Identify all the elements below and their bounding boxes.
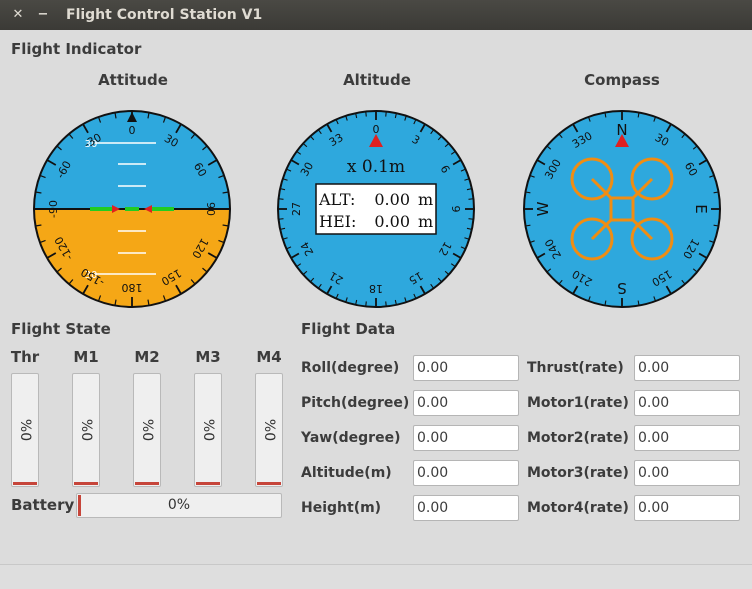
flight-data-label: Flight Data [301, 320, 396, 338]
attitude-indicator: 30 30 0 30 -30 60 -60 90 -90 120 -120 150 -150 180 [32, 109, 232, 309]
field-label: Roll(degree) [301, 360, 400, 376]
roll-scale-label: 90 [204, 202, 217, 216]
progress-fill [257, 482, 281, 485]
field-label: Motor3(rate) [527, 465, 629, 481]
progress-fill [74, 482, 98, 485]
compass-cardinal: W [534, 201, 552, 216]
progress-text: %0 [261, 418, 277, 442]
value-field[interactable] [634, 425, 740, 451]
compass-title: Compass [584, 71, 660, 89]
progress-fill [13, 482, 37, 485]
bar-label-m4: M4 [256, 348, 282, 366]
value-field[interactable] [634, 355, 740, 381]
minimize-icon[interactable]: − [35, 7, 51, 23]
bar-label-m2: M2 [134, 348, 160, 366]
alt-unit: m [418, 190, 433, 209]
value-field[interactable] [634, 460, 740, 486]
value-field[interactable] [413, 460, 519, 486]
roll-scale-label: 0 [129, 124, 136, 137]
progress-bar-m2: %0 [133, 373, 161, 487]
bar-label-m1: M1 [73, 348, 99, 366]
field-label: Motor2(rate) [527, 430, 629, 446]
value-field[interactable] [634, 495, 740, 521]
altimeter-tick [365, 301, 367, 307]
field-label: Thrust(rate) [527, 360, 624, 376]
close-icon[interactable]: ✕ [10, 7, 26, 23]
progress-text: %0 [17, 418, 33, 442]
altimeter-tick [468, 198, 474, 200]
progress-bar-m1: %0 [72, 373, 100, 487]
altimeter-tick [468, 218, 474, 220]
value-field[interactable] [413, 390, 519, 416]
altimeter-tick [278, 198, 284, 200]
altimeter: 0 3 6 9 12 15 18 21 24 27 30 33 x 0.1m ALT: 0.00 m … [276, 109, 476, 309]
battery-progress-bar: 0% [76, 493, 282, 518]
altitude-title: Altitude [343, 71, 411, 89]
flight-state-label: Flight State [11, 320, 111, 338]
altimeter-tick [365, 111, 367, 117]
window-titlebar: ✕ − Flight Control Station V1 [0, 0, 752, 30]
flight-indicator-label: Flight Indicator [11, 40, 142, 58]
value-field[interactable] [413, 495, 519, 521]
attitude-title: Attitude [98, 71, 168, 89]
altimeter-tick [278, 218, 284, 220]
field-label: Motor4(rate) [527, 500, 629, 516]
window-title: Flight Control Station V1 [66, 7, 263, 23]
altimeter-tick [385, 111, 387, 117]
compass-cardinal: S [617, 279, 627, 297]
progress-text: %0 [139, 418, 155, 442]
value-field[interactable] [413, 425, 519, 451]
bar-label-thr: Thr [10, 348, 40, 366]
roll-scale-label: -90 [47, 200, 60, 218]
progress-bar-thr: %0 [11, 373, 39, 487]
hei-unit: m [418, 212, 433, 231]
progress-text: %0 [200, 418, 216, 442]
altimeter-scale-label: 9 [449, 206, 462, 213]
field-label: Altitude(m) [301, 465, 392, 481]
alt-label: ALT: [318, 190, 355, 209]
field-label: Height(m) [301, 500, 382, 516]
value-field[interactable] [413, 355, 519, 381]
value-field[interactable] [634, 390, 740, 416]
progress-fill [135, 482, 159, 485]
hei-value: 0.00 [374, 212, 410, 231]
progress-text: %0 [78, 418, 94, 442]
bar-label-m3: M3 [195, 348, 221, 366]
field-label: Yaw(degree) [301, 430, 401, 446]
field-label: Motor1(rate) [527, 395, 629, 411]
roll-scale-label: 180 [122, 281, 143, 294]
altimeter-scale-label: 18 [369, 282, 383, 295]
battery-progress-text: 0% [167, 497, 191, 513]
progress-bar-m3: %0 [194, 373, 222, 487]
hei-label: HEI: [319, 212, 356, 231]
progress-fill [196, 482, 220, 485]
altimeter-multiplier: x 0.1m [347, 157, 405, 177]
altimeter-tick [385, 301, 387, 307]
alt-value: 0.00 [374, 190, 410, 209]
field-label: Pitch(degree) [301, 395, 410, 411]
compass: N E S W 30 60 120 150 210 240 300 330 [522, 109, 722, 309]
status-bar [0, 564, 752, 589]
battery-label: Battery [11, 496, 75, 514]
altimeter-scale-label: 27 [290, 202, 303, 216]
compass-cardinal: E [692, 204, 710, 213]
progress-bar-m4: %0 [255, 373, 283, 487]
